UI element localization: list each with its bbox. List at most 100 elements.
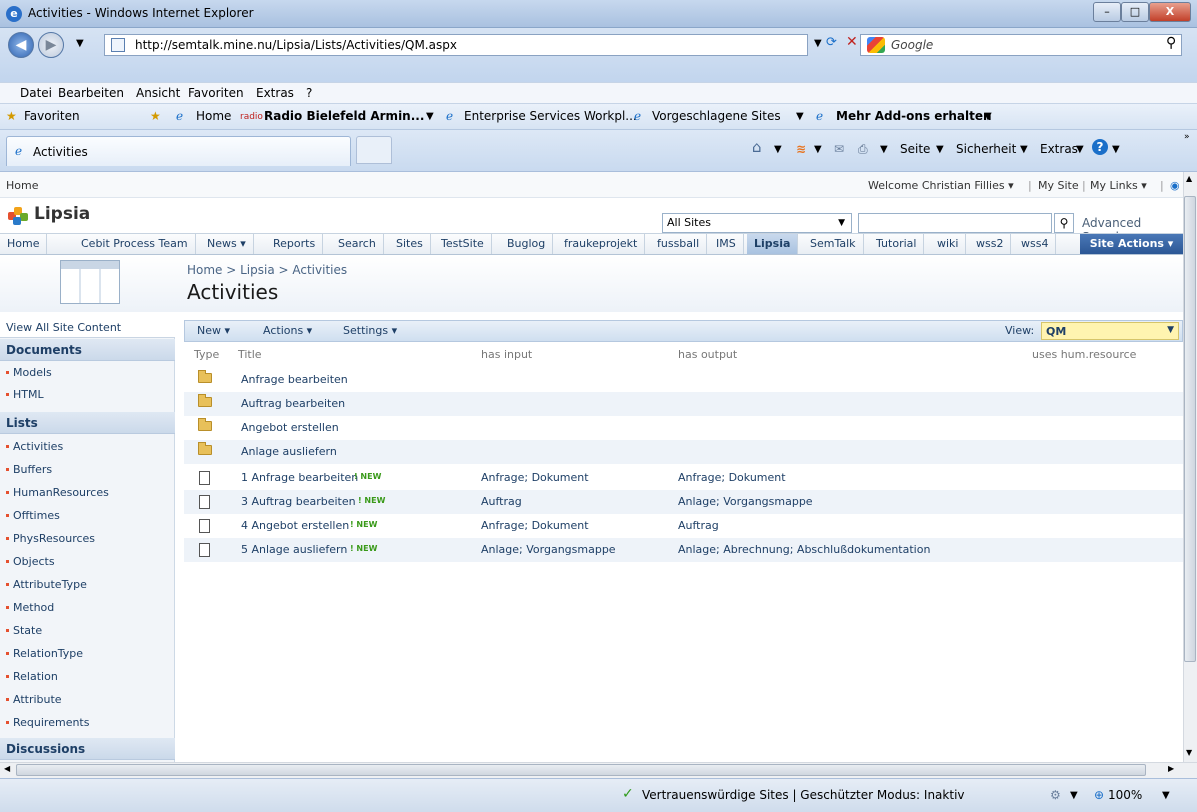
row-title[interactable]: 1 Anfrage bearbeiten bbox=[241, 471, 358, 484]
page-menu-dropdown[interactable]: ▼ bbox=[936, 144, 944, 155]
suggested-sites-dropdown[interactable]: ▼ bbox=[796, 111, 804, 122]
nav-state[interactable]: State bbox=[6, 624, 42, 637]
scroll-down-icon[interactable]: ▼ bbox=[1186, 748, 1192, 757]
col-uses-hum-resource[interactable]: uses hum.resource bbox=[1032, 348, 1136, 361]
menu-ansicht[interactable]: Ansicht bbox=[136, 86, 180, 100]
table-row[interactable]: Anlage ausliefern bbox=[184, 440, 1183, 464]
table-row[interactable]: 5 Anlage ausliefern ! NEW Anlage; Vorgan… bbox=[184, 538, 1183, 562]
topnav-sites[interactable]: Sites bbox=[389, 234, 431, 254]
menu-datei[interactable]: Datei bbox=[20, 86, 52, 100]
favorites-button[interactable]: Favoriten bbox=[24, 109, 80, 123]
menu-extras[interactable]: Extras bbox=[256, 86, 294, 100]
help-icon[interactable]: ◉ bbox=[1170, 179, 1180, 192]
col-has-output[interactable]: has output bbox=[678, 348, 737, 361]
home-dropdown[interactable]: ▼ bbox=[774, 144, 782, 155]
stop-icon[interactable]: ✕ bbox=[846, 34, 858, 50]
vertical-scroll-thumb[interactable] bbox=[1184, 196, 1196, 662]
refresh-icon[interactable]: ⟳ bbox=[826, 35, 837, 50]
row-title[interactable]: Anfrage bearbeiten bbox=[241, 373, 348, 386]
home-icon[interactable]: ⌂ bbox=[752, 138, 762, 156]
nav-offtimes[interactable]: Offtimes bbox=[6, 509, 60, 522]
actions-menu[interactable]: Actions ▾ bbox=[263, 324, 312, 337]
nav-attributetype[interactable]: AttributeType bbox=[6, 578, 87, 591]
scroll-left-icon[interactable]: ◀ bbox=[4, 764, 10, 773]
nav-buffers[interactable]: Buffers bbox=[6, 463, 52, 476]
table-row[interactable]: 1 Anfrage bearbeiten ! NEW Anfrage; Doku… bbox=[184, 466, 1183, 490]
print-icon[interactable]: ⎙ bbox=[858, 142, 868, 157]
safety-menu[interactable]: Sicherheit bbox=[956, 142, 1016, 156]
tools-menu-dropdown[interactable]: ▼ bbox=[1076, 144, 1084, 155]
nav-requirements[interactable]: Requirements bbox=[6, 716, 89, 729]
topnav-wss2[interactable]: wss2 bbox=[969, 234, 1012, 254]
welcome-menu[interactable]: Welcome Christian Fillies ▾ bbox=[868, 179, 1014, 192]
menu-help[interactable]: ? bbox=[306, 86, 312, 100]
nav-activities[interactable]: Activities bbox=[6, 440, 63, 453]
topnav-lipsia[interactable]: Lipsia bbox=[747, 234, 799, 254]
address-dropdown[interactable]: ▼ bbox=[814, 38, 822, 49]
row-title[interactable]: Auftrag bearbeiten bbox=[241, 397, 345, 410]
security-zone-status[interactable]: Vertrauenswürdige Sites | Geschützter Mo… bbox=[642, 788, 965, 802]
add-favorite-icon[interactable]: ★ bbox=[150, 109, 161, 123]
addons-dropdown[interactable]: ▼ bbox=[984, 111, 992, 122]
view-all-site-content-link[interactable]: View All Site Content bbox=[0, 318, 175, 338]
fav-more-addons[interactable]: Mehr Add-ons erhalten bbox=[836, 109, 992, 123]
discussions-header[interactable]: Discussions bbox=[0, 738, 175, 760]
row-title[interactable]: Anlage ausliefern bbox=[241, 445, 337, 458]
pop-up-blocker-icon[interactable]: ⚙ bbox=[1050, 788, 1061, 802]
col-type[interactable]: Type bbox=[194, 348, 219, 361]
horizontal-scroll-thumb[interactable] bbox=[16, 764, 1146, 776]
col-title[interactable]: Title bbox=[238, 348, 262, 361]
breadcrumb[interactable]: Home > Lipsia > Activities bbox=[187, 263, 347, 277]
forward-button[interactable]: ▶ bbox=[38, 32, 64, 58]
new-menu[interactable]: New ▾ bbox=[197, 324, 230, 337]
col-has-input[interactable]: has input bbox=[481, 348, 532, 361]
topnav-buglog[interactable]: Buglog bbox=[500, 234, 554, 254]
topnav-news[interactable]: News ▾ bbox=[200, 234, 254, 254]
topnav-search[interactable]: Search bbox=[331, 234, 384, 254]
table-row[interactable]: 4 Angebot erstellen ! NEW Anfrage; Dokum… bbox=[184, 514, 1183, 538]
nav-objects[interactable]: Objects bbox=[6, 555, 55, 568]
nav-html[interactable]: HTML bbox=[6, 388, 44, 401]
documents-header[interactable]: Documents bbox=[0, 339, 175, 361]
table-row[interactable]: Auftrag bearbeiten bbox=[184, 392, 1183, 416]
search-box[interactable]: Google bbox=[860, 34, 1182, 56]
close-button[interactable]: X bbox=[1149, 2, 1191, 22]
nav-humanresources[interactable]: HumanResources bbox=[6, 486, 109, 499]
command-overflow-icon[interactable]: » bbox=[1184, 132, 1190, 142]
site-search-input[interactable] bbox=[858, 213, 1052, 233]
topnav-wiki[interactable]: wiki bbox=[930, 234, 967, 254]
nav-physresources[interactable]: PhysResources bbox=[6, 532, 95, 545]
tools-menu[interactable]: Extras bbox=[1040, 142, 1078, 156]
feeds-icon[interactable]: ≋ bbox=[796, 142, 806, 156]
row-title[interactable]: 5 Anlage ausliefern bbox=[241, 543, 347, 556]
global-home-link[interactable]: Home bbox=[6, 179, 38, 192]
topnav-wss4[interactable]: wss4 bbox=[1014, 234, 1057, 254]
scroll-up-icon[interactable]: ▲ bbox=[1186, 174, 1192, 183]
back-button[interactable]: ◀ bbox=[8, 32, 34, 58]
row-title[interactable]: Angebot erstellen bbox=[241, 421, 339, 434]
page-menu[interactable]: Seite bbox=[900, 142, 930, 156]
fav-enterprise-services[interactable]: Enterprise Services Workpl... bbox=[464, 109, 637, 123]
my-site-link[interactable]: My Site bbox=[1038, 179, 1079, 192]
topnav-semtalk[interactable]: SemTalk bbox=[803, 234, 864, 254]
table-row[interactable]: 3 Auftrag bearbeiten ! NEW Auftrag Anlag… bbox=[184, 490, 1183, 514]
fav-radio-bielefeld[interactable]: Radio Bielefeld Armin... bbox=[264, 109, 424, 123]
row-title[interactable]: 3 Auftrag bearbeiten bbox=[241, 495, 356, 508]
address-bar[interactable]: http://semtalk.mine.nu/Lipsia/Lists/Acti… bbox=[104, 34, 808, 56]
print-dropdown[interactable]: ▼ bbox=[880, 144, 888, 155]
zoom-dropdown[interactable]: ▼ bbox=[1162, 790, 1170, 801]
topnav-fussball[interactable]: fussball bbox=[650, 234, 708, 254]
site-title[interactable]: Lipsia bbox=[34, 204, 90, 224]
zoom-level[interactable]: 100% bbox=[1108, 788, 1142, 802]
nav-models[interactable]: Models bbox=[6, 366, 52, 379]
topnav-home[interactable]: Home bbox=[0, 234, 48, 254]
help-dropdown[interactable]: ▼ bbox=[1112, 144, 1120, 155]
table-row[interactable]: Anfrage bearbeiten bbox=[184, 368, 1183, 392]
lists-header[interactable]: Lists bbox=[0, 412, 175, 434]
mail-icon[interactable]: ✉ bbox=[834, 142, 844, 156]
my-links-menu[interactable]: My Links ▾ bbox=[1090, 179, 1147, 192]
nav-method[interactable]: Method bbox=[6, 601, 54, 614]
fav-radio-dropdown[interactable]: ▼ bbox=[426, 111, 434, 122]
minimize-button[interactable]: – bbox=[1093, 2, 1121, 22]
topnav-testsite[interactable]: TestSite bbox=[434, 234, 492, 254]
